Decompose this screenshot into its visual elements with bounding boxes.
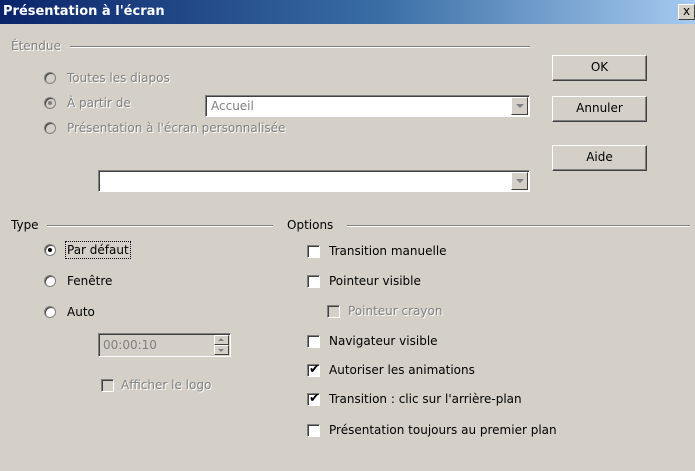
radio-window[interactable] [44, 275, 56, 287]
radio-selected-dot [48, 248, 52, 252]
custom-show-dropdown[interactable] [98, 170, 530, 192]
from-slide-value: Accueil [211, 99, 254, 113]
options-group-divider [347, 225, 690, 227]
radio-all-slides[interactable] [44, 72, 56, 84]
checkbox-pointer-pen[interactable]: ✔ [327, 305, 340, 318]
label-window: Fenêtre [67, 274, 113, 288]
spin-down-icon [218, 349, 224, 352]
chevron-down-icon [516, 179, 524, 183]
label-show-logo: Afficher le logo [121, 378, 212, 392]
radio-auto[interactable] [44, 306, 56, 318]
label-auto: Auto [67, 305, 95, 319]
label-pointer-pen: Pointeur crayon [348, 304, 443, 318]
pause-duration-spinner[interactable]: 00:00:10 [98, 333, 231, 357]
checkbox-transition-click[interactable]: ✔ [307, 391, 320, 406]
chevron-down-icon [516, 104, 524, 108]
label-allow-animations: Autoriser les animations [329, 363, 475, 377]
label-all-slides: Toutes les diapos [67, 71, 170, 85]
radio-selected-dot [48, 101, 52, 105]
checkbox-manual-transition[interactable]: ✔ [307, 245, 320, 258]
spin-up-icon [218, 338, 224, 341]
checkbox-always-on-top[interactable]: ✔ [307, 424, 320, 437]
type-group-heading: Type [11, 218, 39, 232]
pause-duration-value: 00:00:10 [103, 338, 157, 352]
radio-custom-show[interactable] [44, 122, 56, 134]
help-button[interactable]: Aide [552, 145, 647, 171]
type-group-divider [47, 225, 273, 227]
label-navigator-visible: Navigateur visible [329, 334, 438, 348]
custom-dropdown-button[interactable] [511, 172, 528, 190]
spin-down-button[interactable] [214, 345, 229, 355]
cancel-button[interactable]: Annuler [552, 96, 647, 122]
from-slide-dropdown[interactable]: Accueil [205, 95, 530, 117]
close-button[interactable]: x [678, 4, 695, 20]
checkbox-allow-animations[interactable]: ✔ [307, 362, 320, 377]
checkbox-navigator-visible[interactable]: ✔ [307, 335, 320, 348]
label-manual-transition: Transition manuelle [329, 244, 447, 258]
label-always-on-top: Présentation toujours au premier plan [329, 423, 557, 437]
checkbox-pointer-visible[interactable]: ✔ [307, 275, 320, 288]
from-dropdown-button[interactable] [511, 97, 528, 115]
label-transition-click: Transition : clic sur l'arrière-plan [329, 392, 522, 406]
range-group-heading: Étendue [11, 39, 61, 53]
label-pointer-visible: Pointeur visible [329, 274, 421, 288]
label-custom-show: Présentation à l'écran personnalisée [67, 121, 286, 135]
range-group-divider [70, 46, 530, 48]
spin-up-button[interactable] [214, 335, 229, 345]
radio-default[interactable] [44, 244, 56, 256]
checkmark-icon: ✔ [309, 362, 320, 377]
checkbox-show-logo[interactable]: ✔ [101, 379, 114, 392]
label-from: À partir de [67, 96, 131, 110]
ok-button[interactable]: OK [552, 55, 647, 81]
options-group-heading: Options [287, 218, 334, 232]
label-default: Par défaut [65, 241, 131, 259]
radio-from[interactable] [44, 97, 56, 109]
window-title: Présentation à l'écran [3, 4, 165, 19]
close-icon: x [682, 4, 691, 18]
checkmark-icon: ✔ [309, 391, 320, 406]
